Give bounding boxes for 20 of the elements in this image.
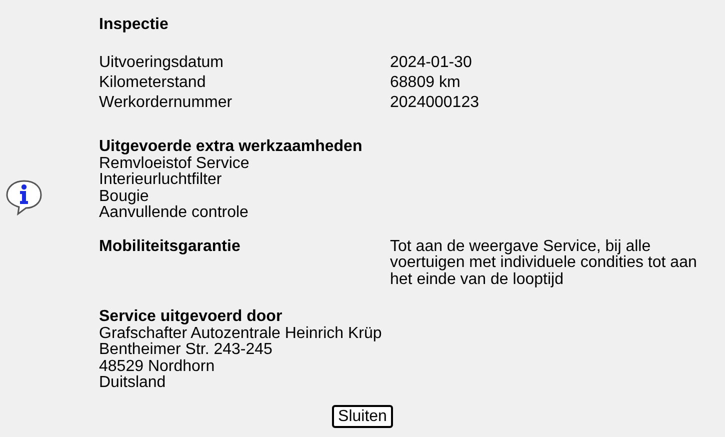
close-button[interactable]: Sluiten bbox=[332, 404, 393, 428]
field-value: 2024000123 bbox=[390, 93, 479, 113]
section-title: Inspectie bbox=[99, 15, 170, 35]
field-label: Uitvoeringsdatum bbox=[99, 53, 224, 73]
work-item: Interieurluchtfilter bbox=[99, 172, 223, 188]
field-value: 2024-01-30 bbox=[390, 53, 472, 73]
field-label: Werkordernummer bbox=[99, 93, 234, 113]
field-value: 68809 km bbox=[390, 73, 460, 93]
section-heading: Mobiliteitsgarantie bbox=[99, 238, 242, 256]
work-item: Remvloeistof Service bbox=[99, 156, 250, 172]
address-line: Grafschafter Autozentrale Heinrich Krüp bbox=[99, 326, 383, 342]
section-heading: Uitgevoerde extra werkzaamheden bbox=[99, 139, 364, 156]
work-item: Bougie bbox=[99, 188, 149, 204]
field-label: Kilometerstand bbox=[99, 73, 207, 93]
address-line: Duitsland bbox=[99, 375, 167, 392]
address-line: 48529 Nordhorn bbox=[99, 358, 216, 375]
guarantee-text: Tot aan de weergave Service, bij alle voertuigen met individuele condities tot aan het einde van de looptijd bbox=[390, 238, 698, 288]
section-heading: Service uitgevoerd door bbox=[99, 309, 284, 326]
address-line: Bentheimer Str. 243-245 bbox=[99, 342, 274, 358]
work-item: Aanvullende controle bbox=[99, 205, 250, 222]
